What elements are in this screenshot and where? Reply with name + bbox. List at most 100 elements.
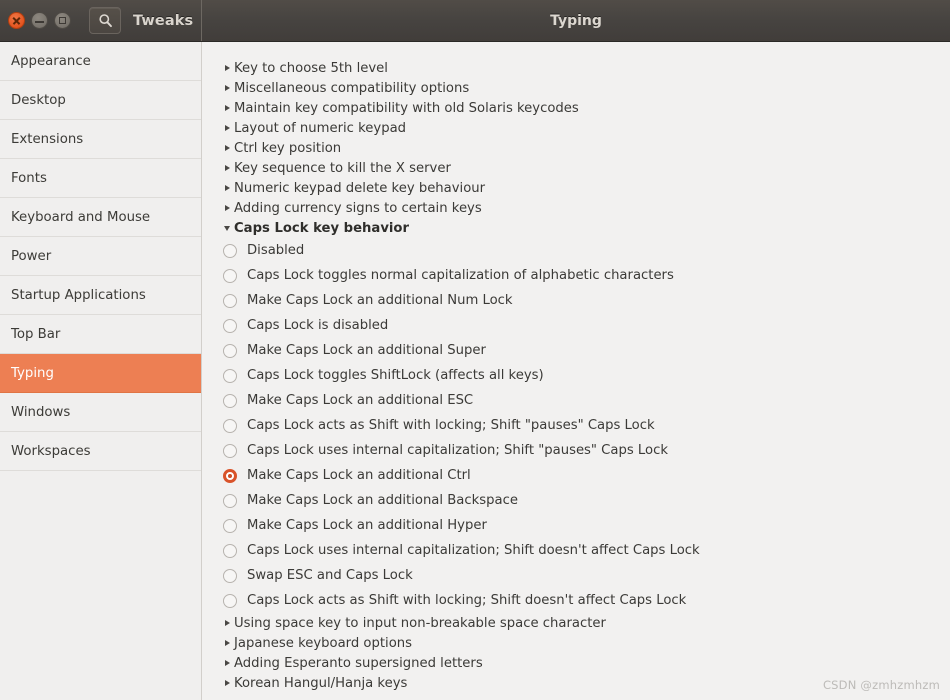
radio-button[interactable] [223, 268, 237, 283]
sidebar-item-desktop[interactable]: Desktop [0, 81, 201, 120]
sidebar: Appearance Desktop Extensions Fonts Keyboard… [0, 42, 202, 700]
tree-item[interactable]: Miscellaneous compatibility options [220, 78, 950, 98]
chevron-right-icon[interactable] [220, 85, 234, 91]
chevron-right-icon[interactable] [220, 680, 234, 686]
tree-item[interactable]: Key sequence to kill the X server [220, 158, 950, 178]
radio-option-label: Make Caps Lock an additional Super [247, 343, 486, 358]
radio-button[interactable] [223, 293, 237, 308]
radio-button[interactable] [223, 418, 237, 433]
tree-item[interactable]: Maintain key compatibility with old Sola… [220, 98, 950, 118]
radio-option[interactable]: Make Caps Lock an additional Super [223, 338, 950, 363]
title-bar-left: Tweaks [0, 0, 202, 41]
window-body: Appearance Desktop Extensions Fonts Keyboard… [0, 42, 950, 700]
chevron-right-icon[interactable] [220, 205, 234, 211]
radio-option[interactable]: Swap ESC and Caps Lock [223, 563, 950, 588]
sidebar-item-label: Windows [11, 404, 71, 420]
radio-option[interactable]: Caps Lock is disabled [223, 313, 950, 338]
search-button[interactable] [89, 7, 121, 34]
radio-button[interactable] [223, 543, 237, 558]
radio-button[interactable] [223, 518, 237, 533]
sidebar-item-label: Keyboard and Mouse [11, 209, 151, 225]
chevron-down-icon[interactable] [220, 225, 234, 231]
sidebar-item-windows[interactable]: Windows [0, 393, 201, 432]
chevron-right-icon[interactable] [220, 65, 234, 71]
radio-button[interactable] [223, 243, 237, 258]
sidebar-item-startup-applications[interactable]: Startup Applications [0, 276, 201, 315]
radio-option[interactable]: Make Caps Lock an additional Num Lock [223, 288, 950, 313]
triangle-glyph [224, 165, 230, 171]
chevron-right-icon[interactable] [220, 660, 234, 666]
chevron-right-icon[interactable] [220, 620, 234, 626]
sidebar-item-power[interactable]: Power [0, 237, 201, 276]
radio-option[interactable]: Caps Lock uses internal capitalization; … [223, 438, 950, 463]
triangle-glyph [224, 85, 230, 91]
tree-item[interactable]: Adding currency signs to certain keys [220, 198, 950, 218]
minimize-icon[interactable] [31, 12, 48, 29]
radio-button[interactable] [223, 368, 237, 383]
tree-item-label: Using space key to input non-breakable s… [234, 615, 606, 631]
triangle-glyph [224, 105, 230, 111]
sidebar-item-appearance[interactable]: Appearance [0, 42, 201, 81]
tree-item-label: Caps Lock key behavior [234, 220, 409, 236]
radio-button[interactable] [223, 443, 237, 458]
tree-item[interactable]: Using space key to input non-breakable s… [220, 613, 950, 633]
tree-item[interactable]: Ctrl key position [220, 138, 950, 158]
tree-item[interactable]: Adding Esperanto supersigned letters [220, 653, 950, 673]
tree-item-label: Adding currency signs to certain keys [234, 200, 482, 216]
radio-button-selected[interactable] [223, 468, 237, 483]
tree-item[interactable]: Key to choose 5th level [220, 58, 950, 78]
search-icon [98, 14, 112, 28]
radio-option-label: Make Caps Lock an additional Hyper [247, 518, 487, 533]
chevron-right-icon[interactable] [220, 165, 234, 171]
radio-option-label: Make Caps Lock an additional Num Lock [247, 293, 513, 308]
radio-button[interactable] [223, 393, 237, 408]
tree-item-label: Maintain key compatibility with old Sola… [234, 100, 579, 116]
tree-item-label: Adding Esperanto supersigned letters [234, 655, 483, 671]
radio-option[interactable]: Make Caps Lock an additional ESC [223, 388, 950, 413]
radio-option[interactable]: Caps Lock acts as Shift with locking; Sh… [223, 588, 950, 613]
radio-option-label: Make Caps Lock an additional Backspace [247, 493, 518, 508]
tree-item-label: Layout of numeric keypad [234, 120, 407, 136]
sidebar-item-keyboard-and-mouse[interactable]: Keyboard and Mouse [0, 198, 201, 237]
sidebar-item-typing[interactable]: Typing [0, 354, 201, 393]
sidebar-item-top-bar[interactable]: Top Bar [0, 315, 201, 354]
radio-option-label: Make Caps Lock an additional ESC [247, 393, 474, 408]
radio-option-label: Caps Lock toggles ShiftLock (affects all… [247, 368, 544, 383]
chevron-right-icon[interactable] [220, 185, 234, 191]
radio-button[interactable] [223, 593, 237, 608]
radio-option-label: Caps Lock acts as Shift with locking; Sh… [247, 593, 687, 608]
triangle-glyph [224, 225, 230, 231]
radio-option[interactable]: Caps Lock uses internal capitalization; … [223, 538, 950, 563]
radio-button[interactable] [223, 343, 237, 358]
radio-button[interactable] [223, 493, 237, 508]
sidebar-item-extensions[interactable]: Extensions [0, 120, 201, 159]
chevron-right-icon[interactable] [220, 125, 234, 131]
triangle-glyph [224, 660, 230, 666]
triangle-glyph [224, 620, 230, 626]
tree-item[interactable]: Numeric keypad delete key behaviour [220, 178, 950, 198]
radio-option-label: Make Caps Lock an additional Ctrl [247, 468, 471, 483]
chevron-right-icon[interactable] [220, 145, 234, 151]
chevron-right-icon[interactable] [220, 640, 234, 646]
tree-item-label: Key sequence to kill the X server [234, 160, 451, 176]
radio-option[interactable]: Caps Lock acts as Shift with locking; Sh… [223, 413, 950, 438]
radio-option[interactable]: Caps Lock toggles normal capitalization … [223, 263, 950, 288]
radio-button[interactable] [223, 568, 237, 583]
radio-option[interactable]: Make Caps Lock an additional Ctrl [223, 463, 950, 488]
radio-option[interactable]: Disabled [223, 238, 950, 263]
maximize-icon[interactable] [54, 12, 71, 29]
sidebar-item-fonts[interactable]: Fonts [0, 159, 201, 198]
chevron-right-icon[interactable] [220, 105, 234, 111]
tree-item[interactable]: Japanese keyboard options [220, 633, 950, 653]
triangle-glyph [224, 680, 230, 686]
tree-item[interactable]: Caps Lock key behavior [220, 218, 950, 238]
tweaks-window: Tweaks Typing Appearance Desktop Extension… [0, 0, 950, 700]
sidebar-item-workspaces[interactable]: Workspaces [0, 432, 201, 471]
close-icon[interactable] [8, 12, 25, 29]
sidebar-item-label: Desktop [11, 92, 66, 108]
radio-option[interactable]: Make Caps Lock an additional Backspace [223, 488, 950, 513]
radio-option[interactable]: Caps Lock toggles ShiftLock (affects all… [223, 363, 950, 388]
radio-option[interactable]: Make Caps Lock an additional Hyper [223, 513, 950, 538]
tree-item[interactable]: Layout of numeric keypad [220, 118, 950, 138]
radio-button[interactable] [223, 318, 237, 333]
